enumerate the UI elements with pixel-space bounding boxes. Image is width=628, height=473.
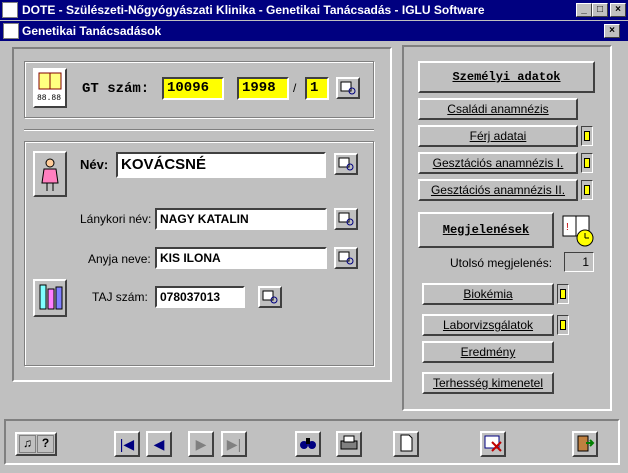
next-record-button[interactable]: ▶ bbox=[188, 431, 214, 457]
personal-data-button[interactable]: Személyi adatok bbox=[418, 61, 595, 93]
test-tubes-icon[interactable] bbox=[33, 279, 67, 317]
search-icon bbox=[262, 290, 278, 304]
gt-number-field[interactable]: 10096 bbox=[162, 77, 224, 100]
taj-label: TAJ szám: bbox=[92, 290, 148, 304]
husband-indicator bbox=[581, 126, 593, 146]
search-icon bbox=[340, 81, 356, 95]
maiden-field[interactable]: NAGY KATALIN bbox=[155, 208, 327, 230]
biochem-indicator bbox=[557, 284, 569, 304]
gestation-2-indicator bbox=[581, 180, 593, 200]
gestation-1-button[interactable]: Gesztációs anamnézis I. bbox=[418, 152, 578, 174]
svg-text:!: ! bbox=[566, 222, 569, 233]
gestation-1-indicator bbox=[581, 153, 593, 173]
biochem-button[interactable]: Biokémia bbox=[422, 283, 554, 305]
mother-field[interactable]: KIS ILONA bbox=[155, 247, 327, 269]
first-record-button[interactable]: |◀ bbox=[114, 431, 140, 457]
divider bbox=[24, 129, 374, 131]
last-record-button[interactable]: ▶| bbox=[221, 431, 247, 457]
gt-label: GT szám: bbox=[82, 81, 150, 97]
search-icon bbox=[338, 157, 354, 171]
maiden-label: Lánykori név: bbox=[80, 212, 152, 226]
window-title: DOTE - Szülészeti-Nőgyógyászati Klinika … bbox=[22, 3, 485, 17]
child-title: Genetikai Tanácsadások bbox=[22, 24, 162, 38]
print-button[interactable] bbox=[336, 431, 362, 457]
husband-data-button[interactable]: Férj adatai bbox=[418, 125, 578, 147]
name-field[interactable]: KOVÁCSNÉ bbox=[116, 152, 326, 178]
music-icon[interactable]: ♫ bbox=[19, 435, 36, 453]
delete-record-button[interactable] bbox=[480, 431, 506, 457]
taj-search-button[interactable] bbox=[258, 286, 282, 308]
taj-field[interactable]: 078037013 bbox=[155, 286, 245, 308]
calendar-icon[interactable]: 88.88 bbox=[33, 68, 67, 108]
maximize-button[interactable]: □ bbox=[592, 3, 608, 17]
visits-button[interactable]: Megjelenések bbox=[418, 212, 554, 248]
search-icon bbox=[338, 212, 354, 226]
last-visit-value: 1 bbox=[564, 252, 594, 272]
sound-help-group: ♫ ? bbox=[15, 432, 57, 456]
client-area: 88.88 GT szám: 10096 1998 / 1 Név: KOVÁC… bbox=[0, 41, 628, 473]
new-document-icon bbox=[400, 434, 413, 452]
search-icon bbox=[338, 251, 354, 265]
lab-tests-button[interactable]: Laborvizsgálatok bbox=[422, 314, 554, 336]
child-titlebar: Genetikai Tanácsadások × bbox=[0, 21, 628, 41]
woman-icon[interactable] bbox=[33, 151, 67, 197]
app-icon bbox=[2, 2, 18, 18]
pregnancy-outcome-button[interactable]: Terhesség kimenetel bbox=[422, 372, 554, 394]
child-close-button[interactable]: × bbox=[604, 24, 620, 38]
gt-year-field[interactable]: 1998 bbox=[237, 77, 289, 100]
binoculars-button[interactable] bbox=[295, 431, 321, 457]
mother-search-button[interactable] bbox=[334, 247, 358, 269]
close-button[interactable]: × bbox=[610, 3, 626, 17]
gt-index-field[interactable]: 1 bbox=[305, 77, 329, 100]
family-anamnesis-button[interactable]: Családi anamnézis bbox=[418, 98, 578, 120]
exit-button[interactable] bbox=[572, 431, 598, 457]
mother-label: Anyja neve: bbox=[88, 252, 151, 266]
gestation-2-button[interactable]: Gesztációs anamnézis II. bbox=[418, 179, 578, 201]
last-visit-label: Utolsó megjelenés: bbox=[450, 256, 553, 270]
window-titlebar: DOTE - Szülészeti-Nőgyógyászati Klinika … bbox=[0, 0, 628, 20]
name-label: Név: bbox=[80, 157, 109, 172]
maiden-search-button[interactable] bbox=[334, 208, 358, 230]
child-app-icon bbox=[3, 23, 19, 39]
prev-record-button[interactable]: ◀ bbox=[146, 431, 172, 457]
help-icon[interactable]: ? bbox=[37, 435, 54, 453]
book-clock-icon[interactable]: ! bbox=[561, 212, 597, 248]
minimize-button[interactable]: _ bbox=[576, 3, 592, 17]
gt-separator: / bbox=[293, 81, 297, 95]
result-button[interactable]: Eredmény bbox=[422, 341, 554, 363]
name-search-button[interactable] bbox=[334, 153, 358, 175]
new-record-button[interactable] bbox=[393, 431, 419, 457]
printer-icon bbox=[340, 435, 358, 450]
calendar-icon-text: 88.88 bbox=[37, 94, 62, 103]
delete-icon bbox=[484, 435, 502, 452]
exit-door-icon bbox=[577, 435, 595, 452]
gt-search-button[interactable] bbox=[336, 77, 360, 99]
binoculars-icon bbox=[300, 438, 316, 449]
lab-tests-indicator bbox=[557, 315, 569, 335]
